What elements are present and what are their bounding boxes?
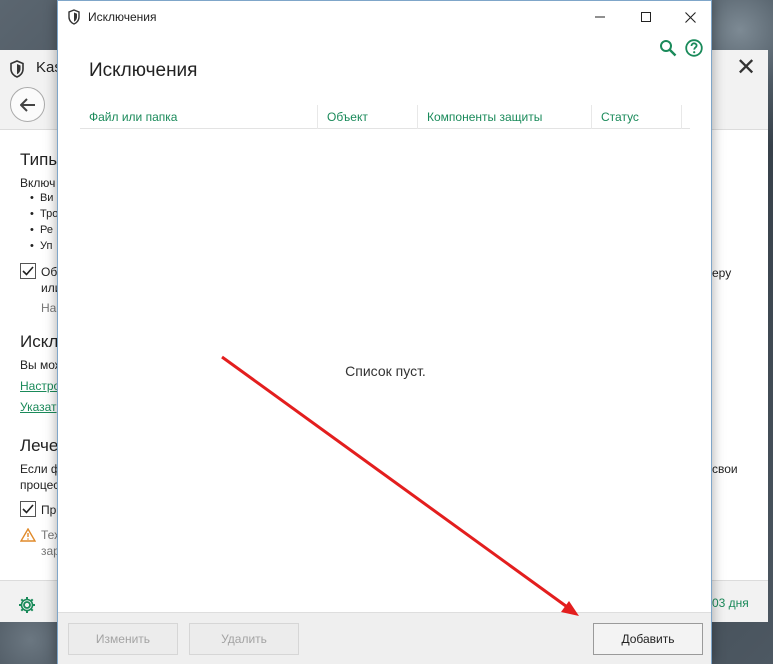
checkbox-treatment-label: Пр (41, 503, 57, 517)
close-button[interactable] (667, 1, 713, 33)
add-button[interactable]: Добавить (593, 623, 703, 655)
dialog-titlebar: Исключения (58, 1, 711, 33)
minimize-button[interactable] (577, 1, 623, 33)
column-header-spacer (681, 105, 691, 129)
threats-heading: Типы (20, 150, 61, 169)
background-text-fragment: свои (712, 462, 738, 476)
bullet-item: • Уп (30, 240, 53, 252)
checkbox-objects-label: Об (41, 265, 58, 279)
bullet-item: • Ви (30, 192, 54, 204)
license-days-left: 03 дня (712, 596, 749, 610)
edit-button[interactable]: Изменить (68, 623, 178, 655)
checkmark-icon (22, 504, 34, 514)
page-title: Исключения (89, 60, 198, 81)
column-header-file-or-folder[interactable]: Файл или папка (80, 105, 316, 129)
dialog-window-title: Исключения (88, 10, 157, 24)
exclusions-dialog: Исключения Исключения Файл или папка Объ… (57, 0, 712, 664)
kaspersky-shield-icon (10, 60, 24, 78)
threats-text: Включ (20, 176, 56, 190)
column-header-status[interactable]: Статус (591, 105, 681, 129)
close-icon (684, 11, 696, 23)
bullet-item: • Тро (30, 208, 59, 220)
column-header-protection-components[interactable]: Компоненты защиты (417, 105, 591, 129)
minimize-icon (595, 16, 605, 18)
dialog-button-bar: Изменить Удалить Добавить (58, 612, 711, 664)
exclusions-heading: Искл (20, 332, 59, 351)
delete-button[interactable]: Удалить (189, 623, 299, 655)
checkbox-objects[interactable] (20, 263, 36, 279)
background-text-fragment: еру (712, 266, 732, 280)
treatment-text: Если ф (20, 462, 61, 476)
maximize-button[interactable] (623, 1, 669, 33)
warning-icon (20, 528, 36, 542)
configure-exclusions-link[interactable]: Настро (20, 379, 60, 393)
column-header-object[interactable]: Объект (317, 105, 417, 129)
background-close-icon[interactable]: ✕ (736, 56, 756, 80)
empty-list-message: Список пуст. (345, 363, 426, 379)
maximize-icon (641, 12, 651, 22)
kaspersky-shield-icon (68, 9, 80, 25)
checkbox-objects-sublabel: На (41, 301, 57, 315)
checkbox-treatment[interactable] (20, 501, 36, 517)
arrow-left-icon (19, 97, 35, 112)
bullet-item: • Ре (30, 224, 53, 236)
back-button[interactable] (10, 87, 45, 122)
search-icon[interactable] (659, 39, 677, 57)
treatment-text-line2: процес (20, 478, 60, 492)
treatment-heading: Лече (20, 436, 59, 455)
table-header: Файл или папка Объект Компоненты защиты … (80, 105, 690, 129)
checkmark-icon (22, 266, 34, 276)
help-icon[interactable] (685, 39, 703, 57)
gear-icon[interactable] (17, 595, 37, 615)
specify-trusted-link[interactable]: Указат (20, 400, 57, 414)
